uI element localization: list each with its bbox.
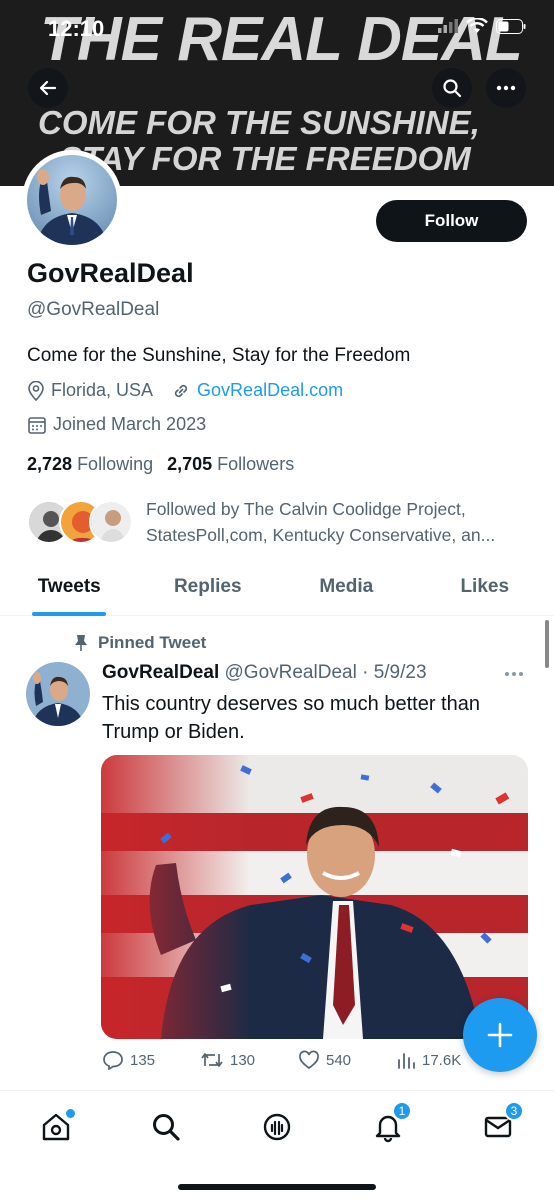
tweet-image[interactable] <box>101 755 528 1039</box>
cellular-icon <box>438 19 458 33</box>
search-icon <box>443 79 462 98</box>
tweet-author-avatar[interactable] <box>26 662 90 726</box>
retweet-button[interactable]: 130 <box>200 1050 298 1070</box>
tab-media[interactable]: Media <box>277 560 416 615</box>
follow-button[interactable]: Follow <box>376 200 527 242</box>
tweet-author-handle[interactable]: @GovRealDeal <box>225 662 357 683</box>
status-icons <box>438 18 526 34</box>
profile-meta-row: Florida, USA GovRealDeal.com <box>27 380 343 401</box>
reply-button[interactable]: 135 <box>102 1050 200 1070</box>
profile-joined-row: Joined March 2023 <box>27 414 206 435</box>
nav-notifications[interactable]: 1 <box>368 1101 412 1147</box>
plus-icon <box>487 1022 513 1048</box>
reply-count: 135 <box>130 1051 156 1069</box>
like-count: 540 <box>326 1051 352 1069</box>
tweet-text: This country deserves so much better tha… <box>102 693 480 743</box>
compose-tweet-button[interactable] <box>463 998 537 1072</box>
following-count: 2,728 <box>27 454 73 474</box>
retweet-icon <box>201 1053 223 1067</box>
followed-by-avatars[interactable] <box>27 496 137 546</box>
banner-line-1: COME FOR THE SUNSHINE, <box>38 104 480 141</box>
following-link[interactable]: 2,728 Following <box>27 454 153 475</box>
following-label: Following <box>77 454 154 474</box>
followers-link[interactable]: 2,705 Followers <box>167 454 294 475</box>
more-horizontal-icon <box>496 85 516 91</box>
profile-handle: @GovRealDeal <box>27 299 160 320</box>
back-button[interactable] <box>28 68 68 108</box>
pinned-indicator: Pinned Tweet <box>74 633 206 653</box>
battery-icon <box>496 18 526 34</box>
calendar-icon <box>28 416 46 434</box>
banner-line-2: STAY FOR THE FREEDOM <box>60 140 471 177</box>
views-icon <box>398 1053 415 1069</box>
active-tab-indicator <box>32 612 107 616</box>
more-horizontal-icon <box>505 672 523 676</box>
search-icon <box>153 1114 180 1141</box>
tab-tweets[interactable]: Tweets <box>0 560 139 616</box>
avatar-photo <box>26 662 90 726</box>
tab-replies[interactable]: Replies <box>139 560 278 615</box>
avatar <box>89 500 133 544</box>
search-button[interactable] <box>432 68 472 108</box>
tab-likes[interactable]: Likes <box>416 560 554 615</box>
profile-tabs: Tweets Replies Media Likes <box>0 560 554 616</box>
banner-title: THE REAL DEAL <box>40 5 523 74</box>
follow-counts: 2,728 Following 2,705 Followers <box>27 454 294 475</box>
arrow-left-icon <box>39 80 57 96</box>
tweet-date[interactable]: · 5/9/23 <box>362 662 426 683</box>
profile-avatar[interactable] <box>22 150 122 250</box>
pin-icon <box>75 635 87 651</box>
bottom-navigation: 1 3 <box>0 1090 554 1200</box>
retweet-count: 130 <box>230 1051 256 1069</box>
reply-icon <box>103 1051 123 1070</box>
spaces-icon <box>263 1113 291 1141</box>
notifications-badge: 1 <box>392 1101 412 1121</box>
link-icon <box>174 384 188 397</box>
messages-badge: 3 <box>504 1101 524 1121</box>
nav-messages[interactable]: 3 <box>478 1101 524 1147</box>
more-button[interactable] <box>486 68 526 108</box>
followed-by-text[interactable]: Followed by The Calvin Coolidge Project,… <box>146 496 536 548</box>
like-button[interactable]: 540 <box>298 1050 396 1070</box>
status-time: 12:10 <box>48 16 105 41</box>
avatar-photo <box>27 155 117 245</box>
nav-spaces[interactable] <box>257 1107 297 1147</box>
followers-count: 2,705 <box>167 454 213 474</box>
heart-icon <box>299 1050 319 1070</box>
tweet-author-name[interactable]: GovRealDeal <box>102 662 219 683</box>
profile-bio: Come for the Sunshine, Stay for the Free… <box>27 345 411 366</box>
profile-display-name: GovRealDeal <box>27 258 194 288</box>
profile-location: Florida, USA <box>51 380 154 400</box>
new-content-dot <box>66 1109 75 1118</box>
profile-joined-date: Joined March 2023 <box>53 414 207 434</box>
tweet-photo <box>101 755 528 1039</box>
wifi-icon <box>466 18 488 33</box>
tweet-header: GovRealDeal @GovRealDeal · 5/9/23 <box>102 662 427 684</box>
nav-search[interactable] <box>146 1107 186 1147</box>
profile-website-link[interactable]: GovRealDeal.com <box>197 380 343 401</box>
nav-home[interactable] <box>36 1107 76 1147</box>
location-icon <box>28 380 44 401</box>
views-count: 17.6K <box>422 1051 462 1069</box>
followers-label: Followers <box>217 454 295 474</box>
pinned-label: Pinned Tweet <box>98 633 207 652</box>
home-indicator <box>178 1184 376 1190</box>
scrollbar[interactable] <box>545 620 549 668</box>
tweet-more-button[interactable] <box>504 664 524 682</box>
